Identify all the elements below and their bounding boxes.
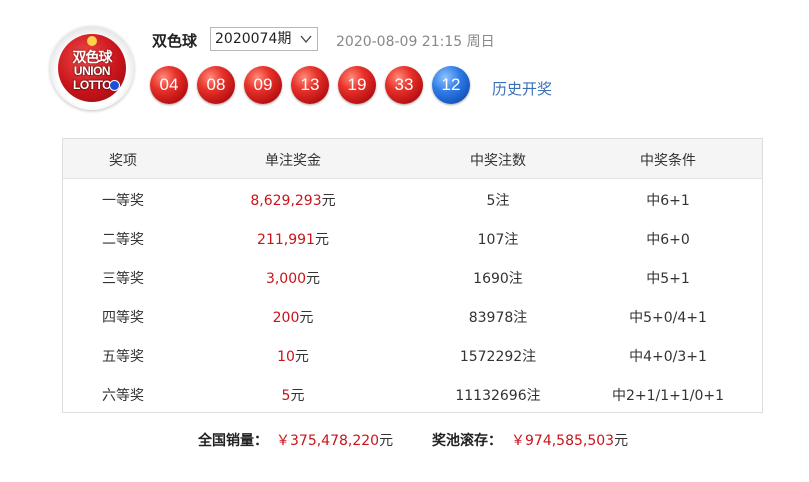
red-ball: 19	[338, 66, 376, 104]
win-condition: 中6+1	[646, 193, 690, 209]
lottery-name: 双色球	[152, 32, 198, 50]
red-ball: 13	[291, 66, 329, 104]
pool-label: 奖池滚存：	[432, 433, 502, 449]
draw-time: 2020-08-09 21:15 周日	[336, 34, 495, 50]
prize-amount: 10元	[277, 349, 309, 365]
sales-value: ￥375,478,220元	[276, 433, 394, 449]
pool-value: ￥974,585,503元	[511, 433, 629, 449]
issue-select-value: 2020074期	[215, 31, 292, 47]
sales-summary: 全国销量： ￥375,478,220元 奖池滚存： ￥974,585,503元	[0, 430, 809, 450]
header-prize: 奖项	[109, 153, 137, 169]
winner-count: 11132696注	[455, 388, 541, 404]
prize-level: 四等奖	[102, 310, 144, 326]
table-row: 五等奖 10元 1572292注 中4+0/3+1	[63, 335, 762, 374]
sales-label: 全国销量：	[198, 433, 268, 449]
logo-emblem	[87, 36, 97, 46]
prize-amount: 211,991元	[257, 232, 329, 248]
header-amount: 单注奖金	[265, 153, 321, 169]
history-draws-link[interactable]: 历史开奖	[492, 78, 552, 99]
red-ball: 04	[150, 66, 188, 104]
table-row: 六等奖 5元 11132696注 中2+1/1+1/0+1	[63, 374, 762, 413]
prize-level: 三等奖	[102, 271, 144, 287]
winner-count: 107注	[477, 232, 519, 248]
winner-count: 1690注	[473, 271, 523, 287]
chevron-down-icon	[300, 35, 312, 44]
win-condition: 中5+1	[646, 271, 690, 287]
win-condition: 中6+0	[646, 232, 690, 248]
logo-ball-icon	[109, 80, 120, 91]
logo-text-en-1: UNION	[73, 64, 111, 78]
table-row: 二等奖 211,991元 107注 中6+0	[63, 218, 762, 257]
table-header: 奖项 单注奖金 中奖注数 中奖条件	[63, 139, 762, 179]
prize-amount: 200元	[272, 310, 314, 326]
blue-ball: 12	[432, 66, 470, 104]
prize-level: 五等奖	[102, 349, 144, 365]
prize-level: 六等奖	[102, 388, 144, 404]
prize-level: 二等奖	[102, 232, 144, 248]
win-condition: 中4+0/3+1	[629, 349, 707, 365]
winner-count: 1572292注	[459, 349, 537, 365]
prize-amount: 8,629,293元	[250, 193, 336, 209]
win-condition: 中2+1/1+1/0+1	[611, 388, 725, 404]
issue-select[interactable]: 2020074期	[210, 27, 318, 51]
prize-level: 一等奖	[102, 193, 144, 209]
table-row: 四等奖 200元 83978注 中5+0/4+1	[63, 296, 762, 335]
winner-count: 5注	[486, 193, 510, 209]
prize-amount: 3,000元	[265, 271, 321, 287]
winner-count: 83978注	[468, 310, 528, 326]
win-condition: 中5+0/4+1	[629, 310, 707, 326]
header-condition: 中奖条件	[640, 153, 696, 169]
red-ball: 09	[244, 66, 282, 104]
prize-amount: 5元	[281, 388, 305, 404]
table-row: 三等奖 3,000元 1690注 中5+1	[63, 257, 762, 296]
red-ball: 33	[385, 66, 423, 104]
prize-table: 奖项 单注奖金 中奖注数 中奖条件 一等奖 8,629,293元 5注 中6+1…	[62, 138, 763, 413]
union-lotto-logo: 双色球 UNION LOTTO	[50, 26, 134, 110]
header-count: 中奖注数	[470, 153, 526, 169]
lottery-result-page: 双色球 UNION LOTTO 双色球 2020074期 2020-08-09 …	[0, 0, 809, 482]
red-ball: 08	[197, 66, 235, 104]
table-row: 一等奖 8,629,293元 5注 中6+1	[63, 179, 762, 218]
